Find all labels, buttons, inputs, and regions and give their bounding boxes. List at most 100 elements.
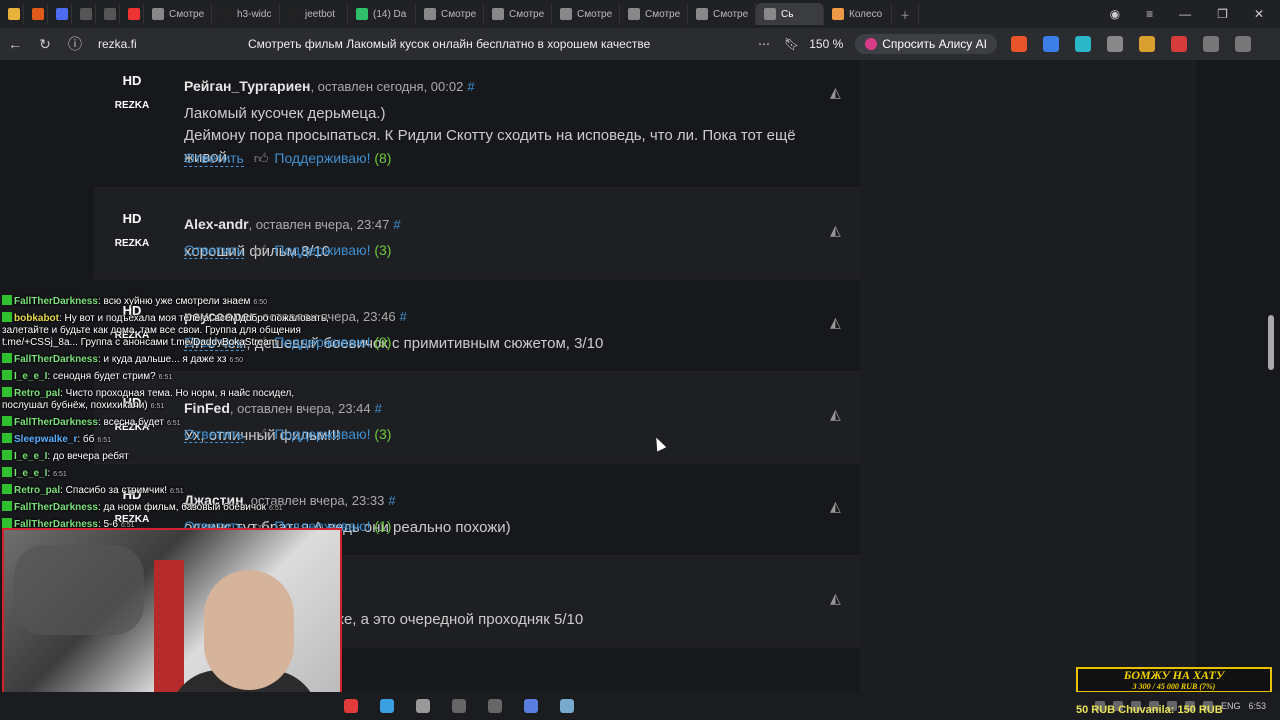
browser-tab[interactable]: (14) Da	[348, 3, 416, 25]
obs-icon[interactable]	[416, 699, 430, 713]
avatar-hd: HD	[122, 211, 142, 226]
chat-badge-icon	[2, 501, 12, 511]
tab-label: Смотре	[509, 8, 545, 20]
profile-icon[interactable]: ◉	[1110, 7, 1120, 21]
telegram-icon[interactable]	[380, 699, 394, 713]
chat-text: :	[47, 468, 51, 479]
comment-permalink[interactable]: #	[467, 79, 474, 94]
donation-title: БОМЖУ НА ХАТУ	[1123, 668, 1225, 682]
zoom-level[interactable]: 150 %	[809, 37, 843, 51]
chat-text: : и куда дальше... я даже хз	[97, 354, 227, 365]
report-icon[interactable]: ◭	[830, 222, 848, 238]
report-icon[interactable]: ◭	[830, 590, 848, 606]
page-title[interactable]: Смотреть фильм Лакомый кусок онлайн бесп…	[248, 37, 758, 51]
tab-label: Сь	[781, 8, 794, 20]
alice-label: Спросить Алису AI	[882, 37, 987, 51]
chat-message: FallTherDarkness: и куда дальше... я даж…	[2, 353, 332, 367]
browser-tab[interactable]: Колесо	[824, 3, 892, 25]
translate-icon[interactable]	[1042, 36, 1059, 52]
chat-nick: FallTherDarkness	[14, 296, 98, 307]
app-icon[interactable]	[524, 699, 538, 713]
more-icon[interactable]: ⋯	[758, 37, 770, 51]
browser-tab[interactable]	[72, 3, 96, 25]
tab-favicon-icon	[832, 8, 844, 20]
close-window-icon[interactable]: ✕	[1254, 7, 1264, 21]
comment-permalink[interactable]: #	[375, 401, 382, 416]
chat-badge-icon	[2, 484, 12, 494]
browser-tab[interactable]: h3-widc	[212, 3, 280, 25]
extension-icon[interactable]	[1138, 36, 1155, 52]
support-link[interactable]: Поддерживаю!	[274, 150, 370, 166]
app-icon[interactable]	[488, 699, 502, 713]
chat-nick: bobkabot	[14, 313, 59, 324]
extension-icon[interactable]	[1010, 36, 1027, 52]
tab-favicon-icon	[492, 8, 504, 20]
site-info-icon[interactable]: ⓘ	[60, 34, 90, 54]
restore-icon[interactable]: ❐	[1217, 7, 1228, 21]
alice-button[interactable]: Спросить Алису AI	[855, 34, 997, 54]
browser-tab[interactable]	[120, 3, 144, 25]
browser-tab[interactable]: Смотре	[552, 3, 620, 25]
back-icon[interactable]: ←	[0, 36, 30, 52]
comment-author[interactable]: Рейган_Тургариен	[184, 78, 310, 94]
address-bar: ← ↻ ⓘ rezka.fi Смотреть фильм Лакомый ку…	[0, 28, 1280, 60]
extension-icon[interactable]	[1074, 36, 1091, 52]
comment-permalink[interactable]: #	[388, 493, 395, 508]
browser-tab[interactable]	[0, 3, 24, 25]
comment-author[interactable]: Alex-andr	[184, 216, 249, 232]
extension-icon[interactable]	[1234, 36, 1251, 52]
chat-badge-icon	[2, 387, 12, 397]
reload-icon[interactable]: ↻	[30, 36, 60, 53]
browser-tab[interactable]	[24, 3, 48, 25]
report-icon[interactable]: ◭	[830, 498, 848, 514]
browser-tab[interactable]: Смотре	[688, 3, 756, 25]
support-link[interactable]: Поддерживаю!	[274, 242, 370, 258]
report-icon[interactable]: ◭	[830, 84, 848, 100]
chat-time: 6:50	[253, 299, 268, 306]
browser-tab[interactable]	[96, 3, 120, 25]
yandex-icon[interactable]	[344, 699, 358, 713]
browser-tab[interactable]: Смотре	[416, 3, 484, 25]
minimize-icon[interactable]: —	[1179, 7, 1191, 21]
browser-tab[interactable]: jeetbot	[280, 3, 348, 25]
tab-label: Колесо	[849, 8, 883, 20]
chat-badge-icon	[2, 433, 12, 443]
comment-permalink[interactable]: #	[400, 309, 407, 324]
comment-permalink[interactable]: #	[393, 217, 400, 232]
avatar: HD REZKA	[106, 208, 158, 266]
browser-tab[interactable]: Сь	[756, 3, 824, 25]
bookmark-icon[interactable]: 🔖︎	[784, 37, 799, 51]
tab-favicon-icon	[56, 8, 68, 20]
tab-favicon-icon	[424, 8, 436, 20]
download-icon[interactable]	[1202, 36, 1219, 52]
thumbs-up-icon[interactable]: 👍︎	[254, 150, 269, 166]
extension-icon[interactable]	[1170, 36, 1187, 52]
extension-icon[interactable]	[1106, 36, 1123, 52]
chat-nick: I_e_e_I	[14, 451, 48, 462]
chat-nick: I_e_e_I	[14, 371, 48, 382]
reply-link[interactable]: Ответить	[184, 242, 244, 259]
support-count: (3)	[374, 426, 392, 442]
alice-icon	[865, 38, 878, 50]
motorcycle-picture	[14, 545, 144, 635]
reply-link[interactable]: Ответить	[184, 150, 244, 167]
report-icon[interactable]: ◭	[830, 314, 848, 330]
app-icon[interactable]	[560, 699, 574, 713]
thumbs-up-icon[interactable]: 👍︎	[254, 242, 269, 258]
new-tab-button[interactable]: ＋	[892, 3, 919, 25]
browser-tab[interactable]	[48, 3, 72, 25]
browser-tab[interactable]: Смотре	[144, 3, 212, 25]
report-icon[interactable]: ◭	[830, 406, 848, 422]
tab-favicon-icon	[356, 8, 368, 20]
url-domain[interactable]: rezka.fi	[98, 37, 248, 51]
menu-icon[interactable]: ≡	[1146, 7, 1153, 21]
stream-chat: FallTherDarkness: всю хуйню уже смотрели…	[2, 295, 332, 535]
app-icon[interactable]	[452, 699, 466, 713]
browser-tab[interactable]: Смотре	[620, 3, 688, 25]
browser-tab[interactable]: Смотре	[484, 3, 552, 25]
comment-actions: Ответить 👍︎ Поддерживаю! (3)	[184, 242, 391, 259]
scrollbar[interactable]	[1268, 60, 1276, 692]
donation-ticker: 50 RUB Chuvanila: 150 RUB	[1076, 704, 1223, 716]
scrollbar-thumb[interactable]	[1268, 315, 1274, 370]
chat-message: FallTherDarkness: всесна будет 6:51	[2, 416, 332, 430]
